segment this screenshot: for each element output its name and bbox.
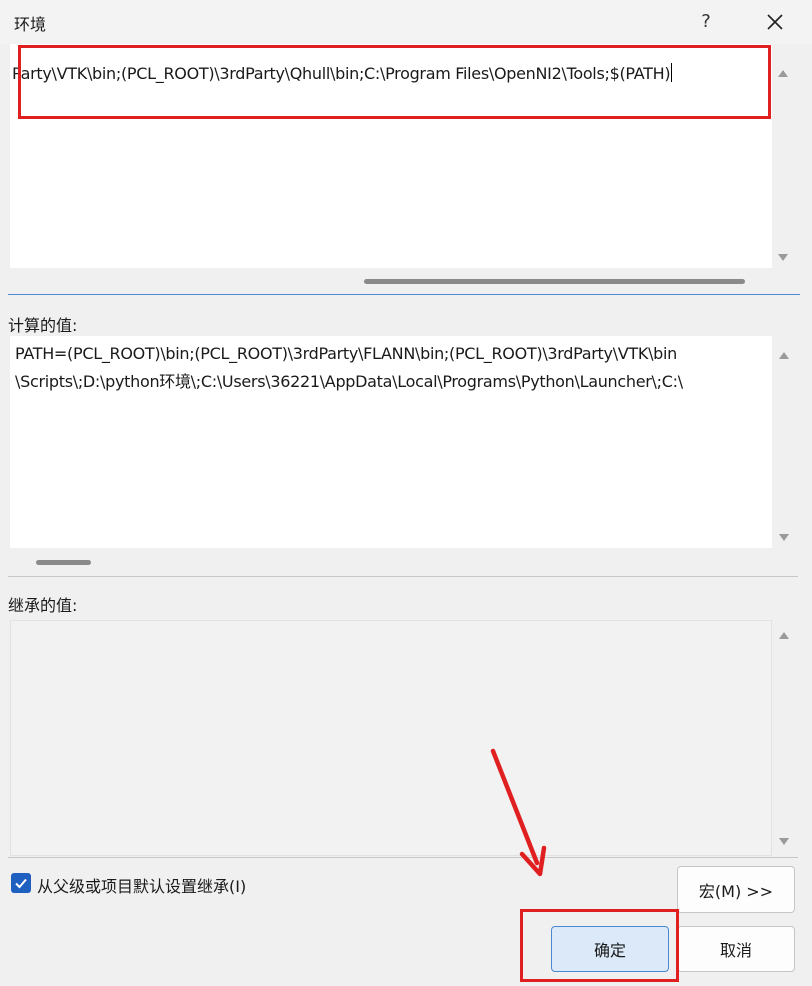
path-edit-box[interactable]: Party\VTK\bin;(PCL_ROOT)\3rdParty\Qhull\… bbox=[10, 44, 772, 268]
path-edit-text[interactable]: Party\VTK\bin;(PCL_ROOT)\3rdParty\Qhull\… bbox=[12, 63, 673, 83]
checkmark-icon bbox=[15, 878, 27, 889]
cancel-button[interactable]: 取消 bbox=[677, 926, 795, 972]
inherit-checkbox[interactable] bbox=[11, 873, 31, 893]
scroll-down-arrow-icon[interactable] bbox=[772, 246, 794, 268]
computed-line-2: \Scripts\;D:\python环境\;C:\Users\36221\Ap… bbox=[15, 372, 683, 391]
inherited-vscrollbar[interactable] bbox=[773, 622, 795, 854]
path-edit-vscrollbar[interactable] bbox=[772, 60, 794, 270]
scroll-down-arrow-icon[interactable] bbox=[773, 526, 795, 548]
computed-divider bbox=[8, 576, 798, 577]
window-title: 环境 bbox=[14, 15, 47, 34]
scroll-up-arrow-icon[interactable] bbox=[772, 62, 794, 84]
inherited-values-box bbox=[10, 620, 772, 856]
computed-vscrollbar[interactable] bbox=[773, 340, 795, 550]
inherited-divider bbox=[8, 857, 798, 858]
close-button[interactable] bbox=[758, 6, 792, 38]
path-edit-hscroll-thumb[interactable] bbox=[364, 279, 745, 284]
close-icon bbox=[767, 14, 783, 30]
ok-button[interactable]: 确定 bbox=[551, 926, 669, 972]
scroll-down-arrow-icon[interactable] bbox=[773, 830, 795, 852]
computed-values-label: 计算的值: bbox=[8, 316, 78, 335]
inherit-checkbox-label[interactable]: 从父级或项目默认设置继承(I) bbox=[37, 873, 246, 897]
edit-divider bbox=[8, 294, 800, 295]
scroll-up-arrow-icon[interactable] bbox=[773, 624, 795, 646]
macro-button[interactable]: 宏(M) >> bbox=[677, 866, 795, 913]
computed-values-box: PATH=(PCL_ROOT)\bin;(PCL_ROOT)\3rdParty\… bbox=[10, 336, 772, 548]
path-edit-value: Party\VTK\bin;(PCL_ROOT)\3rdParty\Qhull\… bbox=[12, 64, 671, 83]
inherited-values-label: 继承的值: bbox=[8, 596, 78, 615]
title-bar: 环境 ? bbox=[0, 0, 812, 44]
computed-hscroll-thumb[interactable] bbox=[36, 560, 91, 565]
text-caret bbox=[671, 63, 673, 82]
computed-line-1: PATH=(PCL_ROOT)\bin;(PCL_ROOT)\3rdParty\… bbox=[15, 344, 678, 363]
help-button[interactable]: ? bbox=[692, 6, 720, 38]
scroll-up-arrow-icon[interactable] bbox=[773, 344, 795, 366]
red-arrow-icon bbox=[490, 748, 547, 877]
